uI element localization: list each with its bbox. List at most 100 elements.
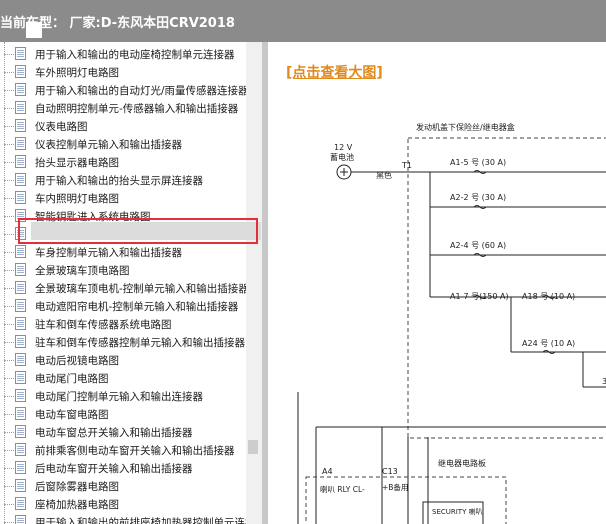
tree-item[interactable]: 座椅加热器电路图 <box>0 495 262 513</box>
document-icon <box>15 425 26 438</box>
tree-connector <box>4 54 14 55</box>
tree-connector <box>4 522 14 523</box>
fuse-label: A2-4 号 (60 A) <box>450 241 506 250</box>
tree-connector <box>4 162 14 163</box>
tree-connector <box>4 468 14 469</box>
document-icon <box>15 389 26 402</box>
view-large-image-link[interactable]: [点击查看大图] <box>286 62 383 82</box>
tree-item[interactable]: 仪表控制单元输入和输出插接器 <box>0 135 262 153</box>
connector-a4: A4 <box>322 467 333 476</box>
terminal-label: T1 <box>401 161 412 170</box>
tree-connector <box>4 90 14 91</box>
header-checkbox[interactable] <box>26 22 42 38</box>
tree-connector <box>4 108 14 109</box>
document-icon <box>15 443 26 456</box>
tree-connector <box>4 270 14 271</box>
document-icon <box>15 371 26 384</box>
document-icon <box>15 191 26 204</box>
tree-item-label: 电动车窗电路图 <box>35 409 109 421</box>
tree-item[interactable]: 用于输入和输出的自动灯光/雨量传感器连接器 <box>0 81 262 99</box>
tree-item-label: 电动车窗总开关输入和输出插接器 <box>35 427 193 439</box>
tree-connector <box>4 342 14 343</box>
document-icon <box>15 299 26 312</box>
tree-item-label: 电动后视镜电路图 <box>35 355 119 367</box>
document-icon <box>15 173 26 186</box>
tree-item-label: 驻车和倒车传感器控制单元输入和输出插接器 <box>35 337 245 349</box>
document-icon <box>15 281 26 294</box>
tree-item[interactable]: 后窗除雾器电路图 <box>0 477 262 495</box>
tree-connector <box>4 216 14 217</box>
tree-item[interactable]: 电动遮阳帘电机-控制单元输入和输出插接器 <box>0 297 262 315</box>
tree-item[interactable]: 全景玻璃车顶电机-控制单元输入和输出插接器 <box>0 279 262 297</box>
document-icon <box>15 317 26 330</box>
document-icon <box>15 83 26 96</box>
tree-item[interactable]: 电动后视镜电路图 <box>0 351 262 369</box>
tree-connector <box>4 396 14 397</box>
document-icon <box>15 263 26 276</box>
c13-pin-label: +B备用 <box>382 482 408 492</box>
tree-item-label: 用于输入和输出的抬头显示屏连接器 <box>35 175 203 187</box>
tree-connector <box>4 252 14 253</box>
tree-item-label: 全景玻璃车顶电路图 <box>35 265 130 277</box>
tree-item[interactable]: 前排乘客侧电动车窗开关输入和输出插接器 <box>0 441 262 459</box>
a4-pin-label: 喇叭 RLY CL- <box>320 484 365 494</box>
wiring-diagram-pane: 发动机盖下保险丝/继电器盒 12 V 蓄电池 黑色 T1 A1-5 号 (30 … <box>268 42 606 524</box>
tree-item[interactable]: 用于输入和输出的前排座椅加热器控制单元连接器 <box>0 513 262 524</box>
tree-connector <box>4 198 14 199</box>
tree-item[interactable]: 抬头显示器电路图 <box>0 153 262 171</box>
tree-item[interactable]: 用于输入和输出的抬头显示屏连接器 <box>0 171 262 189</box>
tree-item[interactable]: 自动照明控制单元-传感器输入和输出插接器 <box>0 99 262 117</box>
fuse-label: A2-2 号 (30 A) <box>450 193 506 202</box>
tree-connector <box>4 324 14 325</box>
document-icon <box>15 155 26 168</box>
tree-item-label: 仪表控制单元输入和输出插接器 <box>35 139 182 151</box>
tree-item[interactable]: 电动车窗总开关输入和输出插接器 <box>0 423 262 441</box>
tree-connector <box>4 378 14 379</box>
battery-voltage: 12 V <box>334 143 353 152</box>
tree-connector <box>4 234 14 235</box>
document-icon <box>15 119 26 132</box>
tree-item[interactable]: 驻车和倒车传感器系统电路图 <box>0 315 262 333</box>
document-icon <box>15 461 26 474</box>
tree-connector <box>4 180 14 181</box>
tree-item-label: 后窗除雾器电路图 <box>35 481 119 493</box>
battery-label: 蓄电池 <box>330 152 354 162</box>
tree-item[interactable]: 车外照明灯电路图 <box>0 63 262 81</box>
tree-item[interactable]: 后电动车窗开关输入和输出插接器 <box>0 459 262 477</box>
tree-item[interactable]: 仪表电路图 <box>0 117 262 135</box>
tree-connector <box>4 72 14 73</box>
tree-item[interactable]: 电动尾门电路图 <box>0 369 262 387</box>
tree-item[interactable]: 全景玻璃车顶电路图 <box>0 261 262 279</box>
tree-scroll-thumb[interactable] <box>248 440 258 454</box>
wiring-diagram: 发动机盖下保险丝/继电器盒 12 V 蓄电池 黑色 T1 A1-5 号 (30 … <box>297 122 606 524</box>
tree-item-label: 后电动车窗开关输入和输出插接器 <box>35 463 193 475</box>
tree-item[interactable]: 车身控制单元输入和输出插接器 <box>0 243 262 261</box>
tree-item-label: 座椅加热器电路图 <box>35 499 119 511</box>
tree-item-label: 车内照明灯电路图 <box>35 193 119 205</box>
tree-item-label: 驻车和倒车传感器系统电路图 <box>35 319 172 331</box>
fusebox-title: 发动机盖下保险丝/继电器盒 <box>416 122 515 132</box>
tree-item-label: 车外照明灯电路图 <box>35 67 119 79</box>
connector-c13: C13 <box>382 467 398 476</box>
tree-item[interactable]: 电动尾门控制单元输入和输出连接器 <box>0 387 262 405</box>
circuit-tree[interactable]: 用于输入和输出的电动座椅控制单元连接器 车外照明灯电路图用于输入和输出的自动灯光/… <box>0 42 262 524</box>
tree-item-label: 抬头显示器电路图 <box>35 157 119 169</box>
tree-connector <box>4 360 14 361</box>
tree-connector <box>4 306 14 307</box>
tree-item-label: 自动照明控制单元-传感器输入和输出插接器 <box>35 103 239 115</box>
document-icon <box>15 407 26 420</box>
tree-connector <box>4 432 14 433</box>
tree-item-label: 全景玻璃车顶电机-控制单元输入和输出插接器 <box>35 283 249 295</box>
tree-item[interactable]: 驻车和倒车传感器控制单元输入和输出插接器 <box>0 333 262 351</box>
tree-item[interactable]: 电动车窗电路图 <box>0 405 262 423</box>
tree-item-label: 车身控制单元输入和输出插接器 <box>35 247 182 259</box>
tree-item-label: 用于输入和输出的电动座椅控制单元连接器 <box>35 49 235 61</box>
tree-connector <box>4 126 14 127</box>
tree-item-label: 前排乘客侧电动车窗开关输入和输出插接器 <box>35 445 235 457</box>
document-icon <box>15 137 26 150</box>
tree-item[interactable]: 用于输入和输出的电动座椅控制单元连接器 <box>0 45 262 63</box>
tree-item[interactable]: 车内照明灯电路图 <box>0 189 262 207</box>
tree-item-label: 电动尾门控制单元输入和输出连接器 <box>35 391 203 403</box>
tree-item-label: 仪表电路图 <box>35 121 88 133</box>
relay-board-title: 继电器电路板 <box>438 458 486 468</box>
